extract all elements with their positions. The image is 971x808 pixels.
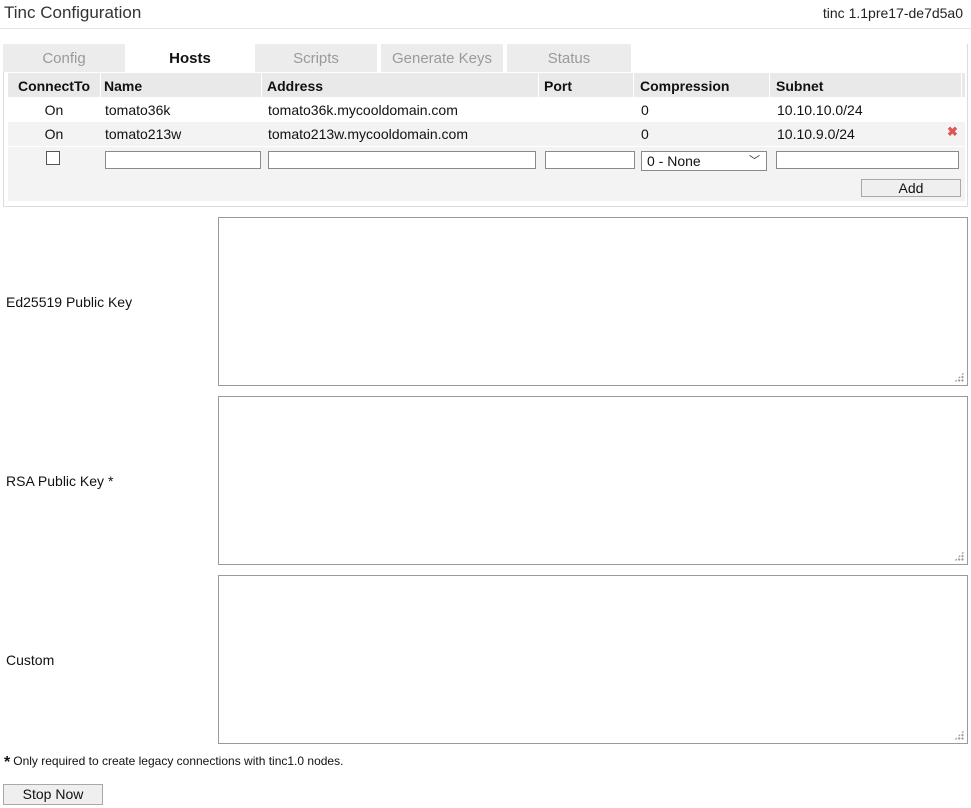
page-title: Tinc Configuration [4, 3, 142, 22]
tab-hosts[interactable]: Hosts [129, 44, 251, 72]
name-input[interactable] [105, 151, 261, 169]
compression-select[interactable]: 0 - None ﹀ [641, 151, 767, 171]
connectto-checkbox[interactable] [46, 151, 60, 165]
footnote-star: * [4, 754, 11, 771]
connectto-cell: On [44, 102, 64, 118]
rsa-key-textarea[interactable] [218, 396, 968, 565]
connectto-cell: On [44, 126, 64, 142]
column-header-port: Port [542, 73, 634, 97]
compression-cell: 0 [641, 126, 649, 142]
address-cell: tomato213w.mycooldomain.com [268, 126, 468, 142]
column-header-compression: Compression [638, 73, 770, 97]
add-row: Add [8, 177, 965, 201]
ed25519-label: Ed25519 Public Key [6, 294, 133, 310]
name-cell: tomato36k [105, 102, 171, 118]
close-icon[interactable]: ✖ [947, 125, 959, 138]
custom-textarea[interactable] [218, 575, 968, 744]
compression-select-value: 0 - None [647, 153, 701, 169]
address-cell: tomato36k.mycooldomain.com [268, 102, 458, 118]
column-header-connectto: ConnectTo [8, 73, 101, 97]
ed25519-key-textarea[interactable] [218, 217, 968, 386]
footnote: * Only required to create legacy connecti… [4, 754, 343, 772]
tab-config[interactable]: Config [3, 44, 125, 72]
stop-now-button[interactable]: Stop Now [3, 784, 103, 805]
name-cell: tomato213w [105, 126, 182, 142]
table-row[interactable]: On tomato213w tomato213w.mycooldomain.co… [8, 122, 965, 146]
custom-label: Custom [6, 652, 55, 668]
subnet-input[interactable] [776, 151, 959, 169]
tab-scripts[interactable]: Scripts [255, 44, 377, 72]
rsa-label: RSA Public Key * [6, 473, 114, 489]
tab-generate-keys[interactable]: Generate Keys [381, 44, 503, 72]
subnet-cell: 10.10.10.0/24 [777, 102, 863, 118]
table-row[interactable]: On tomato36k tomato36k.mycooldomain.com … [8, 98, 965, 122]
subnet-cell: 10.10.9.0/24 [777, 126, 855, 142]
column-header-address: Address [265, 73, 539, 97]
compression-cell: 0 [641, 102, 649, 118]
add-button[interactable]: Add [861, 179, 961, 197]
footnote-text: Only required to create legacy connectio… [13, 754, 344, 768]
resize-grip-icon[interactable] [954, 730, 964, 740]
resize-grip-icon[interactable] [954, 372, 964, 382]
version-label: tinc 1.1pre17-de7d5a0 [822, 5, 963, 21]
column-header-subnet: Subnet [774, 73, 962, 97]
page-header: Tinc Configuration tinc 1.1pre17-de7d5a0 [0, 0, 971, 29]
port-input[interactable] [545, 151, 635, 169]
column-header-name: Name [102, 73, 262, 97]
tab-status[interactable]: Status [507, 44, 631, 72]
chevron-down-icon: ﹀ [749, 155, 760, 167]
address-input[interactable] [268, 151, 536, 169]
resize-grip-icon[interactable] [954, 551, 964, 561]
new-host-row: 0 - None ﹀ [8, 147, 965, 177]
